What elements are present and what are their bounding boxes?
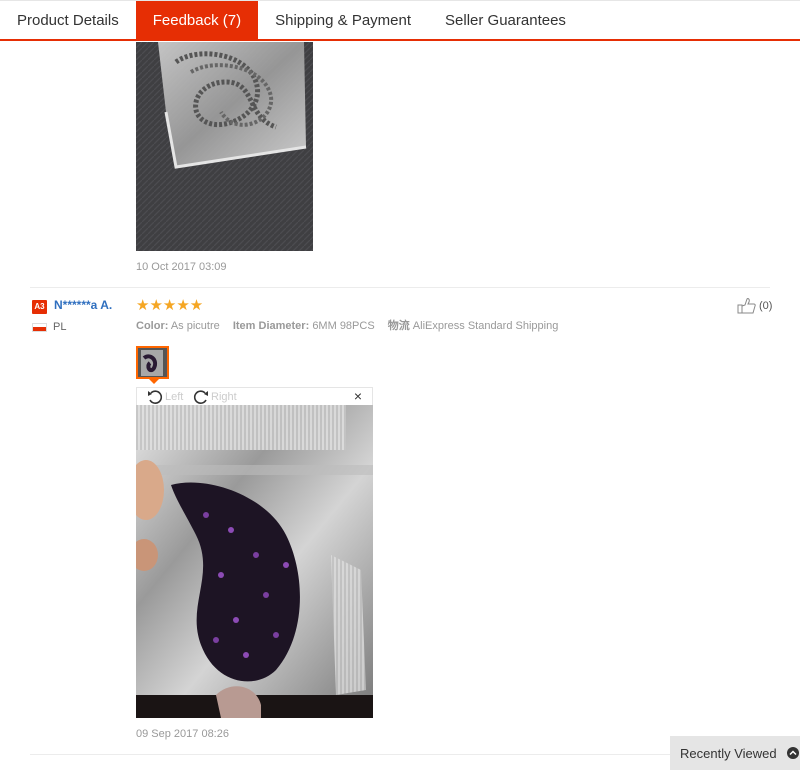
order-attributes: Color: As picutre Item Diameter: 6MM 98P… — [136, 317, 568, 333]
star-rating: ★★★★★ — [136, 297, 204, 314]
helpful-button[interactable]: (0) — [737, 298, 772, 314]
country-flag-icon — [32, 323, 47, 332]
tab-feedback[interactable]: Feedback (7) — [135, 1, 259, 40]
rotate-right-button[interactable]: Right — [193, 388, 237, 405]
review-thumbnail[interactable] — [136, 346, 169, 379]
review-divider — [30, 287, 770, 288]
review-date: 10 Oct 2017 03:09 — [136, 261, 227, 273]
rotate-right-icon — [193, 389, 208, 404]
tab-seller-guarantees[interactable]: Seller Guarantees — [428, 1, 583, 40]
thumbs-up-icon — [737, 298, 756, 314]
review-photo-large[interactable] — [136, 405, 373, 718]
attr-diameter: Item Diameter: 6MM 98PCS — [232, 320, 375, 332]
chevron-up-icon — [786, 747, 799, 759]
review-photo-large-image — [136, 405, 373, 718]
tab-shipping-payment[interactable]: Shipping & Payment — [258, 1, 428, 40]
attr-color: Color: As picutre — [136, 320, 220, 332]
close-viewer-button[interactable]: × — [354, 389, 362, 404]
buyer-level-badge: A3 — [32, 300, 47, 314]
attr-logistics: 物流 AliExpress Standard Shipping — [387, 320, 559, 332]
review-divider — [30, 754, 770, 755]
buyer-name: N******a A. — [54, 298, 113, 312]
review-photo-image — [136, 42, 313, 251]
helpful-count: (0) — [759, 300, 773, 312]
thumbnail-image — [138, 348, 167, 377]
tab-product-details[interactable]: Product Details — [0, 1, 136, 40]
review-photo[interactable] — [136, 42, 313, 251]
review-date: 09 Sep 2017 08:26 — [136, 728, 229, 740]
rotate-left-icon — [148, 389, 163, 404]
buyer-country: PL — [53, 321, 67, 333]
tab-bar: Product Details Feedback (7) Shipping & … — [0, 0, 800, 41]
image-viewer-toolbar: Left Right × — [136, 387, 373, 405]
thumbnail-pointer — [149, 379, 159, 384]
rotate-left-button[interactable]: Left — [147, 388, 183, 405]
recently-viewed-button[interactable]: Recently Viewed — [670, 736, 800, 770]
